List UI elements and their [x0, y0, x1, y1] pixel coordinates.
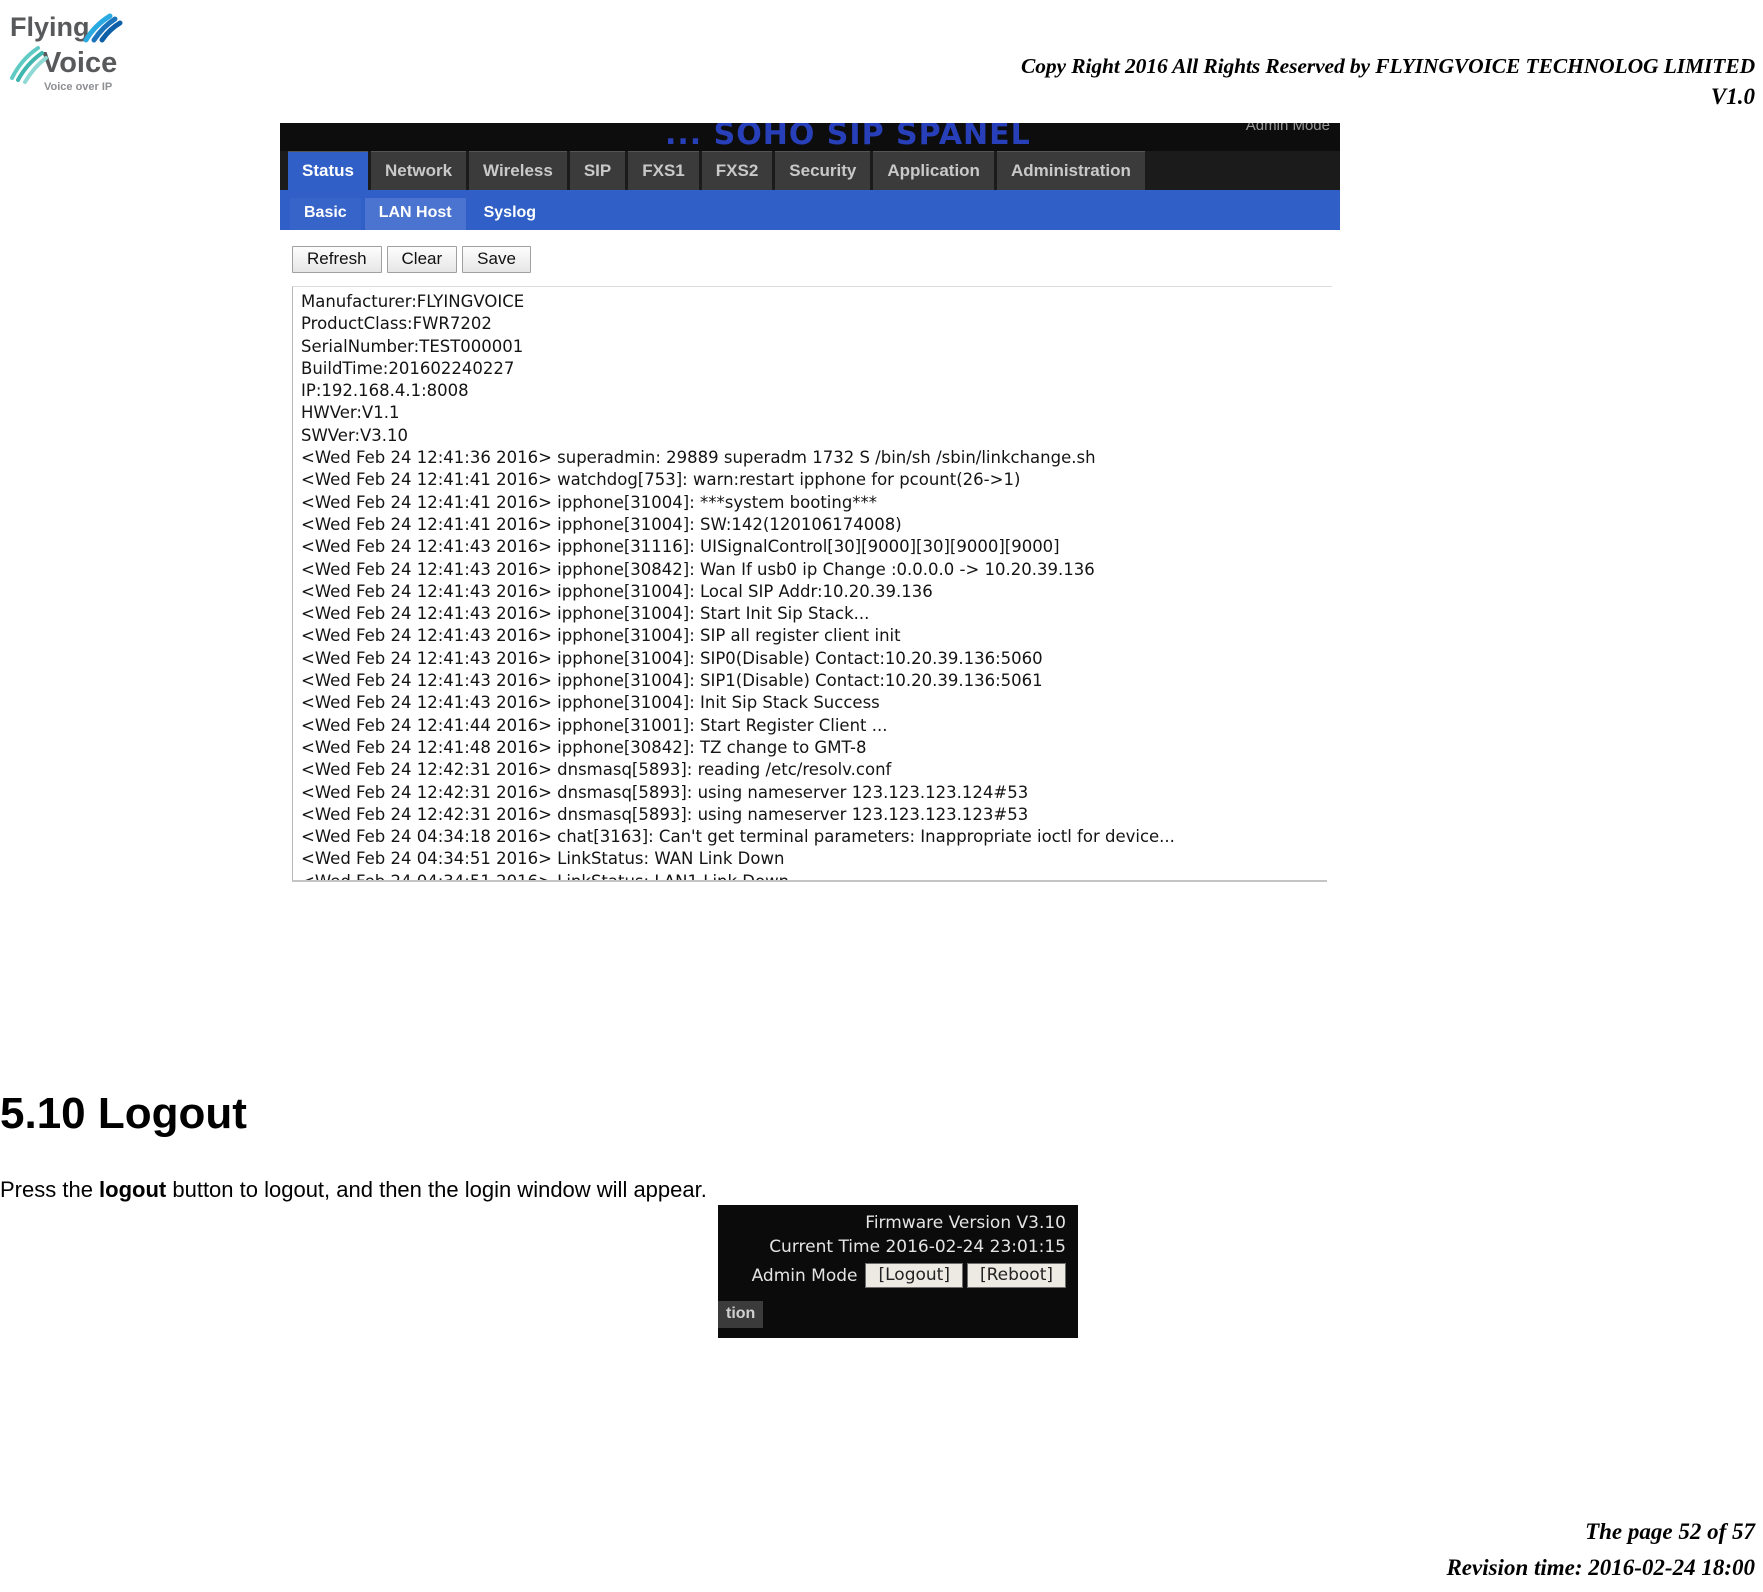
page-footer: The page 52 of 57 Revision time: 2016-02…: [1446, 1514, 1755, 1586]
admin-mode-row: Admin Mode [Logout] [Reboot]: [752, 1263, 1066, 1288]
log-line: <Wed Feb 24 12:41:43 2016> ipphone[31004…: [301, 671, 1043, 691]
syslog-lines-block: <Wed Feb 24 12:41:36 2016> superadmin: 2…: [293, 447, 1332, 882]
log-line: <Wed Feb 24 12:42:31 2016> dnsmasq[5893]…: [301, 782, 1029, 802]
syslog-panel-bottom-border: [292, 880, 1327, 882]
router-brand-title: ... SOHO SIP SPANEL: [665, 123, 1031, 151]
info-swver: SWVer:V3.10: [301, 425, 409, 445]
main-navigation-tabs[interactable]: Status Network Wireless SIP FXS1 FXS2 Se…: [280, 151, 1340, 190]
log-line: <Wed Feb 24 12:42:31 2016> dnsmasq[5893]…: [301, 760, 892, 780]
router-web-ui-screenshot: ... SOHO SIP SPANEL Admin Mode Status Ne…: [280, 123, 1340, 895]
clear-button[interactable]: Clear: [386, 246, 458, 273]
log-line: <Wed Feb 24 12:41:44 2016> ipphone[31001…: [301, 715, 888, 735]
log-line: <Wed Feb 24 12:42:31 2016> dnsmasq[5893]…: [301, 804, 1029, 824]
syslog-output-panel[interactable]: Manufacturer:FLYINGVOICE ProductClass:FW…: [292, 286, 1332, 882]
router-admin-mode-label: Admin Mode: [1245, 123, 1330, 134]
log-line: <Wed Feb 24 12:41:43 2016> ipphone[31004…: [301, 604, 870, 624]
log-line: <Wed Feb 24 12:41:41 2016> ipphone[31004…: [301, 492, 878, 512]
info-serialnumber: SerialNumber:TEST000001: [301, 336, 524, 356]
info-productclass: ProductClass:FWR7202: [301, 314, 492, 334]
tab-security[interactable]: Security: [775, 151, 871, 190]
copyright-block: Copy Right 2016 All Rights Reserved by F…: [1021, 52, 1755, 114]
footer-page-number: The page 52 of 57: [1585, 1519, 1755, 1544]
router-content-area: Refresh Clear Save Manufacturer:FLYINGVO…: [280, 230, 1340, 895]
sub-navigation-tabs[interactable]: Basic LAN Host Syslog: [280, 190, 1340, 230]
page-header: Flying Voice Voice over IP Copy Right 20…: [0, 0, 1763, 118]
tab-status[interactable]: Status: [288, 151, 368, 190]
syslog-action-buttons: Refresh Clear Save: [292, 246, 536, 273]
info-ip: IP:192.168.4.1:8008: [301, 381, 469, 401]
para-text-before: Press the: [0, 1177, 100, 1202]
info-hwver: HWVer:V1.1: [301, 403, 400, 423]
tab-administration[interactable]: Administration: [996, 151, 1145, 190]
partial-tab-label[interactable]: tion: [718, 1301, 764, 1328]
firmware-version-text: Firmware Version V3.10: [865, 1213, 1066, 1233]
reboot-button[interactable]: [Reboot]: [966, 1263, 1066, 1288]
section-paragraph: Press the logout button to logout, and t…: [0, 1177, 707, 1203]
subtab-basic[interactable]: Basic: [290, 198, 361, 230]
log-line: <Wed Feb 24 04:34:18 2016> chat[3163]: C…: [301, 827, 1175, 847]
subtab-syslog[interactable]: Syslog: [469, 198, 551, 230]
para-text-bold: logout: [99, 1177, 167, 1202]
log-line: <Wed Feb 24 12:41:43 2016> ipphone[31004…: [301, 648, 1043, 668]
info-manufacturer: Manufacturer:FLYINGVOICE: [301, 292, 525, 311]
document-version: V1.0: [1710, 84, 1755, 109]
log-line: <Wed Feb 24 12:41:43 2016> ipphone[31004…: [301, 626, 901, 646]
logout-button[interactable]: [Logout]: [865, 1263, 963, 1288]
tab-sip[interactable]: SIP: [569, 151, 626, 190]
log-line: <Wed Feb 24 12:41:41 2016> watchdog[753]…: [301, 470, 1021, 490]
tab-application[interactable]: Application: [873, 151, 994, 190]
footer-revision-time: Revision time: 2016-02-24 18:00: [1446, 1555, 1755, 1580]
page-title: 5.10 Logout: [0, 1088, 247, 1138]
log-line: <Wed Feb 24 12:41:43 2016> ipphone[30842…: [301, 559, 1095, 579]
svg-text:Flying: Flying: [10, 12, 90, 42]
logout-panel-screenshot: Firmware Version V3.10 Current Time 2016…: [718, 1205, 1078, 1338]
router-topbar: ... SOHO SIP SPANEL Admin Mode: [280, 123, 1340, 151]
log-line: <Wed Feb 24 12:41:43 2016> ipphone[31004…: [301, 581, 933, 601]
svg-text:Voice over IP: Voice over IP: [44, 81, 112, 93]
svg-text:Voice: Voice: [42, 47, 117, 79]
log-line: <Wed Feb 24 12:41:48 2016> ipphone[30842…: [301, 737, 867, 757]
tab-fxs2[interactable]: FXS2: [701, 151, 773, 190]
tab-network[interactable]: Network: [370, 151, 467, 190]
log-line: <Wed Feb 24 12:41:43 2016> ipphone[31116…: [301, 537, 1060, 557]
tab-fxs1[interactable]: FXS1: [628, 151, 699, 190]
log-line: <Wed Feb 24 12:41:43 2016> ipphone[31004…: [301, 693, 880, 713]
save-button[interactable]: Save: [462, 246, 531, 273]
device-info-block: Manufacturer:FLYINGVOICE ProductClass:FW…: [293, 287, 1332, 447]
flyingvoice-logo: Flying Voice Voice over IP: [8, 6, 130, 98]
subtab-lan-host[interactable]: LAN Host: [364, 198, 466, 230]
admin-mode-label: Admin Mode: [751, 1265, 858, 1286]
log-line: <Wed Feb 24 12:41:41 2016> ipphone[31004…: [301, 514, 902, 534]
log-line: <Wed Feb 24 12:41:36 2016> superadmin: 2…: [301, 448, 1096, 468]
tab-wireless[interactable]: Wireless: [469, 151, 567, 190]
log-line: <Wed Feb 24 04:34:51 2016> LinkStatus: W…: [301, 849, 785, 869]
info-buildtime: BuildTime:201602240227: [301, 358, 515, 378]
refresh-button[interactable]: Refresh: [292, 246, 382, 273]
copyright-text: Copy Right 2016 All Rights Reserved by F…: [1021, 54, 1755, 78]
para-text-after: button to logout, and then the login win…: [166, 1177, 707, 1202]
current-time-text: Current Time 2016-02-24 23:01:15: [769, 1237, 1066, 1257]
